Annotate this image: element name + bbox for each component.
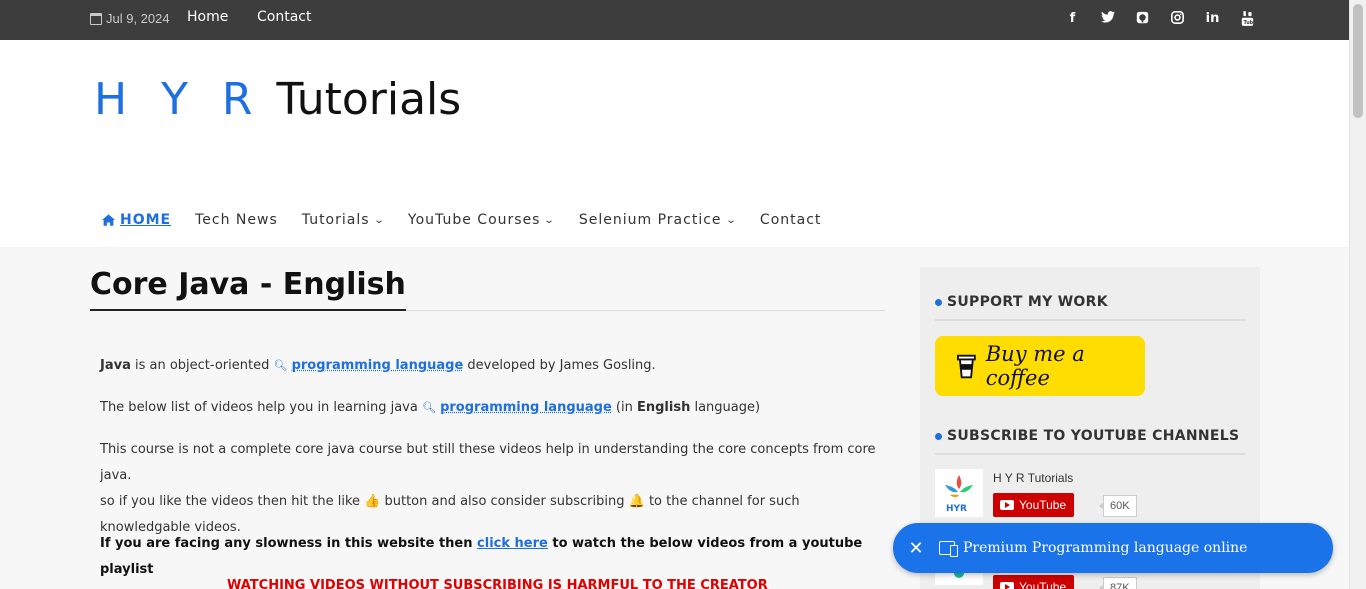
youtube-play-icon bbox=[1000, 500, 1014, 510]
calendar-icon bbox=[90, 12, 102, 25]
videos-paragraph: The below list of videos help you in lea… bbox=[100, 400, 761, 415]
twitter-icon[interactable] bbox=[1090, 11, 1125, 30]
nav-selenium-practice[interactable]: Selenium Practice ⌄ bbox=[579, 212, 736, 228]
coffee-cup-icon bbox=[957, 354, 976, 379]
logo-hyr: H Y R bbox=[94, 74, 263, 125]
github-icon[interactable] bbox=[1125, 11, 1160, 30]
top-link-contact[interactable]: Contact bbox=[257, 9, 311, 25]
site-logo[interactable]: H Y R Tutorials bbox=[94, 74, 461, 125]
date-display: Jul 9, 2024 bbox=[90, 11, 170, 26]
nav-tech-news[interactable]: Tech News bbox=[195, 212, 278, 228]
site-header: H Y R Tutorials HOME Tech News Tutorials… bbox=[0, 40, 1349, 247]
nav-tech-news-label: Tech News bbox=[195, 212, 278, 228]
chevron-down-icon: ⌄ bbox=[544, 214, 557, 226]
svg-text:Tube: Tube bbox=[1243, 20, 1254, 26]
channel-name[interactable]: H Y R Tutorials bbox=[993, 471, 1073, 485]
youtube-subscribe-button[interactable]: YouTube bbox=[993, 575, 1075, 589]
nav-tutorials[interactable]: Tutorials ⌄ bbox=[302, 212, 384, 228]
date-text: Jul 9, 2024 bbox=[106, 11, 170, 26]
close-icon[interactable]: ✕ bbox=[893, 538, 939, 559]
subscriber-count: 60K bbox=[1099, 495, 1137, 517]
page-title: Core Java - English bbox=[90, 267, 406, 311]
scrollbar-thumb[interactable] bbox=[1353, 4, 1363, 118]
subscribe-warning: WATCHING VIDEOS WITHOUT SUBSCRIBING IS H… bbox=[227, 578, 768, 589]
youtube-play-icon bbox=[1000, 582, 1014, 589]
thumbs-up-icon: 👍 bbox=[364, 494, 381, 509]
coffee-label: Buy me a coffee bbox=[985, 342, 1085, 390]
main-nav: HOME Tech News Tutorials ⌄ YouTube Cours… bbox=[102, 212, 845, 228]
devices-icon bbox=[939, 541, 958, 557]
top-link-home[interactable]: Home bbox=[187, 9, 228, 25]
nav-home-label: HOME bbox=[120, 212, 172, 228]
nav-tutorials-label: Tutorials bbox=[301, 212, 370, 228]
chevron-down-icon: ⌄ bbox=[373, 214, 386, 226]
keyword-link[interactable]: programming language bbox=[292, 358, 464, 373]
youtube-icon[interactable]: Tube bbox=[1230, 11, 1265, 30]
java-bold: Java bbox=[100, 358, 131, 373]
channel-avatar[interactable]: HYR bbox=[935, 469, 983, 517]
nav-contact[interactable]: Contact bbox=[760, 212, 821, 228]
channel-hyr-tutorials: HYR H Y R Tutorials YouTube 60K bbox=[935, 469, 1245, 529]
support-widget-title: SUPPORT MY WORK bbox=[935, 294, 1245, 321]
keyword-link[interactable]: programming language bbox=[440, 400, 612, 415]
subscribe-widget-title: SUBSCRIBE TO YOUTUBE CHANNELS bbox=[935, 428, 1245, 455]
buy-me-a-coffee-button[interactable]: Buy me a coffee bbox=[935, 336, 1145, 396]
nav-selenium-practice-label: Selenium Practice bbox=[578, 212, 722, 228]
chevron-down-icon: ⌄ bbox=[725, 214, 738, 226]
top-bar: Jul 9, 2024 Home Contact f in Tube bbox=[0, 0, 1349, 40]
intro-paragraph: Java is an object-oriented 🔍︎ programmin… bbox=[100, 358, 656, 373]
ad-text[interactable]: Premium Programming language online bbox=[963, 540, 1247, 556]
post-content: Core Java - English Java is an object-or… bbox=[90, 267, 885, 589]
scrollbar[interactable] bbox=[1349, 0, 1366, 589]
ad-banner[interactable]: ✕ Premium Programming language online bbox=[893, 523, 1333, 573]
nav-contact-label: Contact bbox=[759, 212, 822, 228]
bullet-dot bbox=[935, 298, 942, 306]
bell-icon: 🔔 bbox=[628, 494, 645, 509]
home-icon bbox=[102, 214, 115, 226]
instagram-icon[interactable] bbox=[1160, 11, 1195, 30]
social-links: f in Tube bbox=[1055, 11, 1265, 30]
youtube-subscribe-button[interactable]: YouTube bbox=[993, 493, 1075, 517]
nav-youtube-courses-label: YouTube Courses bbox=[407, 212, 541, 228]
nav-youtube-courses[interactable]: YouTube Courses ⌄ bbox=[408, 212, 555, 228]
search-icon: 🔍︎ bbox=[273, 359, 288, 372]
linkedin-icon[interactable]: in bbox=[1195, 11, 1230, 30]
logo-tutorials: Tutorials bbox=[276, 74, 462, 125]
search-icon: 🔍︎ bbox=[421, 401, 436, 414]
click-here-link[interactable]: click here bbox=[477, 536, 548, 551]
bullet-dot bbox=[935, 432, 942, 440]
svg-text:HYR: HYR bbox=[946, 504, 967, 514]
facebook-icon[interactable]: f bbox=[1055, 11, 1090, 30]
nav-home[interactable]: HOME bbox=[102, 212, 171, 228]
subscriber-count: 87K bbox=[1099, 577, 1137, 589]
course-paragraph: This course is not a complete core java … bbox=[100, 442, 876, 535]
